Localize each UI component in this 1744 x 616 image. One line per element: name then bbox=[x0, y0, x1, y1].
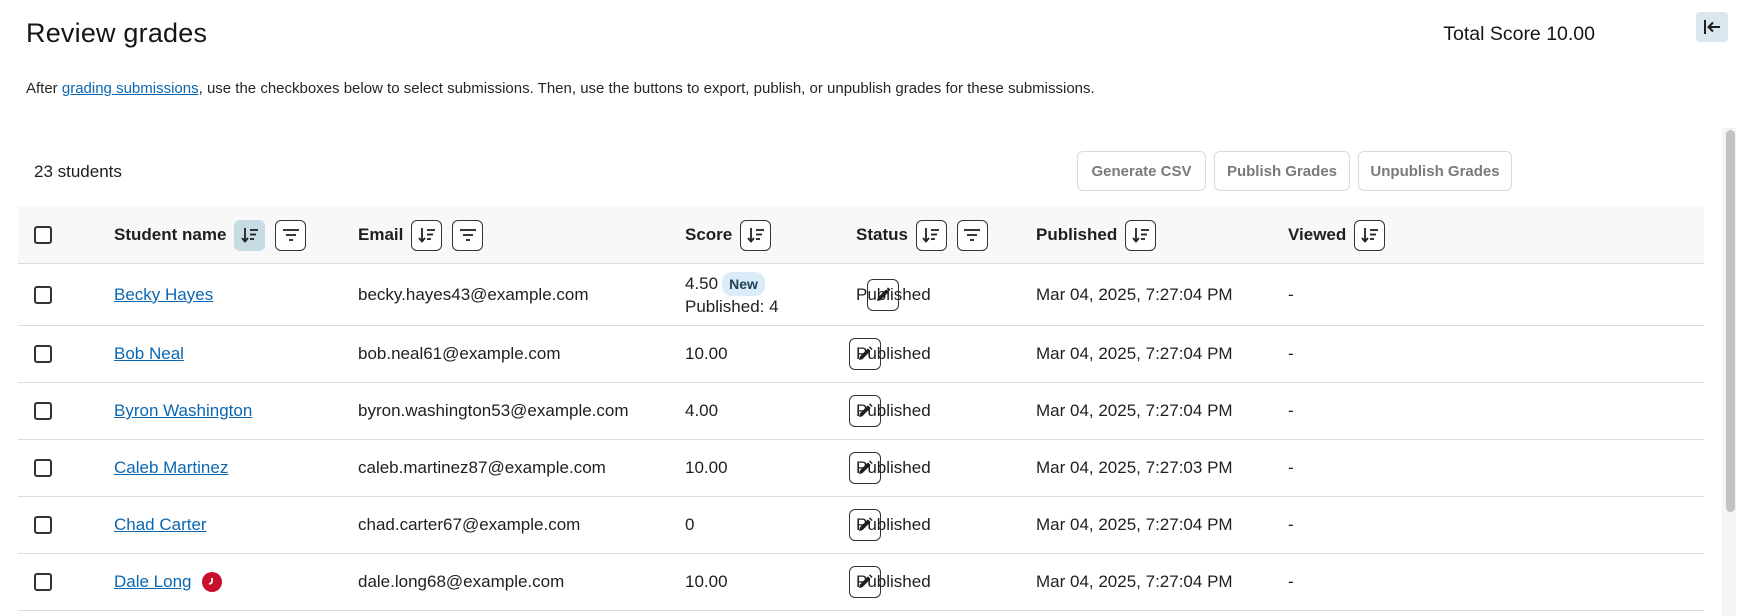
filter-icon bbox=[459, 229, 476, 241]
published-score: Published: 4 bbox=[685, 296, 779, 316]
viewed-value: - bbox=[1288, 572, 1294, 591]
scrollbar-thumb[interactable] bbox=[1726, 130, 1735, 512]
column-score: Score bbox=[685, 225, 733, 244]
sort-student-name-button[interactable] bbox=[234, 219, 266, 251]
score-value: 4.50 bbox=[685, 273, 719, 293]
row-checkbox[interactable] bbox=[34, 285, 52, 304]
total-score: Total Score 10.00 bbox=[1443, 23, 1595, 45]
sort-score-button[interactable] bbox=[740, 219, 772, 251]
filter-student-name-button[interactable] bbox=[275, 219, 307, 251]
status-text: Published bbox=[856, 401, 931, 420]
table-header: Student name Email Score Status Publishe… bbox=[18, 206, 1704, 264]
viewed-value: - bbox=[1288, 344, 1294, 363]
sort-icon bbox=[241, 228, 258, 243]
student-name-link[interactable]: Bob Neal bbox=[114, 344, 184, 364]
row-checkbox[interactable] bbox=[34, 345, 52, 363]
row-checkbox[interactable] bbox=[34, 459, 52, 477]
filter-icon bbox=[964, 229, 981, 241]
student-email: dale.long68@example.com bbox=[358, 572, 565, 591]
student-email: chad.carter67@example.com bbox=[358, 515, 581, 534]
row-checkbox[interactable] bbox=[34, 402, 52, 420]
sort-icon bbox=[1132, 228, 1149, 243]
instructions-prefix: After bbox=[26, 80, 62, 97]
row-checkbox[interactable] bbox=[34, 516, 52, 534]
sort-icon bbox=[1361, 228, 1378, 243]
student-name-link[interactable]: Byron Washington bbox=[114, 401, 252, 421]
page-title: Review grades bbox=[26, 18, 208, 48]
score-value: 10.00 bbox=[685, 344, 728, 363]
published-date: Mar 04, 2025, 7:27:04 PM bbox=[1036, 515, 1233, 534]
sort-status-button[interactable] bbox=[915, 219, 947, 251]
row-checkbox[interactable] bbox=[34, 573, 52, 591]
student-name-link[interactable]: Caleb Martinez bbox=[114, 458, 228, 478]
student-name-link[interactable]: Dale Long bbox=[114, 572, 192, 592]
filter-icon bbox=[282, 229, 299, 241]
score-value: 0 bbox=[685, 515, 695, 534]
instructions: After grading submissions, use the check… bbox=[26, 80, 1095, 97]
student-email: bob.neal61@example.com bbox=[358, 344, 561, 363]
sort-icon bbox=[747, 228, 764, 243]
status-text: Published bbox=[856, 284, 931, 304]
instructions-suffix: , use the checkboxes below to select sub… bbox=[198, 80, 1095, 97]
score-value: 10.00 bbox=[685, 572, 728, 591]
published-date: Mar 04, 2025, 7:27:04 PM bbox=[1036, 344, 1233, 363]
published-date: Mar 04, 2025, 7:27:03 PM bbox=[1036, 458, 1233, 477]
column-viewed: Viewed bbox=[1288, 225, 1347, 244]
status-text: Published bbox=[856, 572, 931, 591]
unpublish-grades-button[interactable]: Unpublish Grades bbox=[1358, 151, 1512, 191]
student-email: becky.hayes43@example.com bbox=[358, 284, 589, 304]
status-text: Published bbox=[856, 344, 931, 363]
column-email: Email bbox=[358, 225, 404, 244]
filter-status-button[interactable] bbox=[956, 219, 988, 251]
select-all-checkbox[interactable] bbox=[34, 226, 52, 244]
viewed-value: - bbox=[1288, 458, 1294, 477]
publish-grades-button[interactable]: Publish Grades bbox=[1214, 151, 1350, 191]
published-date: Mar 04, 2025, 7:27:04 PM bbox=[1036, 572, 1233, 591]
collapse-left-icon bbox=[1704, 20, 1720, 34]
published-date: Mar 04, 2025, 7:27:04 PM bbox=[1036, 284, 1233, 304]
generate-csv-button[interactable]: Generate CSV bbox=[1077, 151, 1206, 191]
status-text: Published bbox=[856, 458, 931, 477]
table-row: Chad Carter chad.carter67@example.com 0 … bbox=[18, 497, 1704, 554]
table-row: Caleb Martinez caleb.martinez87@example.… bbox=[18, 440, 1704, 497]
score-stack: 4.50 New Published: 4 bbox=[685, 271, 779, 318]
sort-viewed-button[interactable] bbox=[1354, 219, 1386, 251]
student-email: byron.washington53@example.com bbox=[358, 401, 629, 420]
student-name-link[interactable]: Becky Hayes bbox=[114, 285, 213, 305]
viewed-value: - bbox=[1288, 401, 1294, 420]
status-text: Published bbox=[856, 515, 931, 534]
new-badge: New bbox=[722, 271, 765, 296]
student-count: 23 students bbox=[34, 162, 122, 181]
viewed-value: - bbox=[1288, 284, 1294, 304]
sort-icon bbox=[418, 228, 435, 243]
sort-published-button[interactable] bbox=[1125, 219, 1157, 251]
student-name-link[interactable]: Chad Carter bbox=[114, 515, 207, 535]
student-email: caleb.martinez87@example.com bbox=[358, 458, 606, 477]
collapse-panel-button[interactable] bbox=[1696, 12, 1728, 42]
late-clock-icon bbox=[201, 572, 222, 592]
column-status: Status bbox=[856, 225, 908, 244]
published-date: Mar 04, 2025, 7:27:04 PM bbox=[1036, 401, 1233, 420]
column-student-name: Student name bbox=[114, 225, 227, 244]
sort-icon bbox=[922, 228, 940, 243]
table-row: Dale Long dale.long68@example.com 10.00 … bbox=[18, 554, 1704, 611]
table-row: Byron Washington byron.washington53@exam… bbox=[18, 383, 1704, 440]
score-value: 10.00 bbox=[685, 458, 728, 477]
sort-email-button[interactable] bbox=[411, 219, 443, 251]
grades-panel: 23 students Generate CSV Publish Grades … bbox=[18, 128, 1736, 616]
grading-submissions-link[interactable]: grading submissions bbox=[62, 80, 199, 97]
column-published: Published bbox=[1036, 225, 1118, 244]
table-row: Bob Neal bob.neal61@example.com 10.00 Pu… bbox=[18, 326, 1704, 383]
table-row: Becky Hayes becky.hayes43@example.com 4.… bbox=[18, 264, 1704, 326]
score-value: 4.00 bbox=[685, 401, 719, 420]
viewed-value: - bbox=[1288, 515, 1294, 534]
filter-email-button[interactable] bbox=[452, 219, 484, 251]
